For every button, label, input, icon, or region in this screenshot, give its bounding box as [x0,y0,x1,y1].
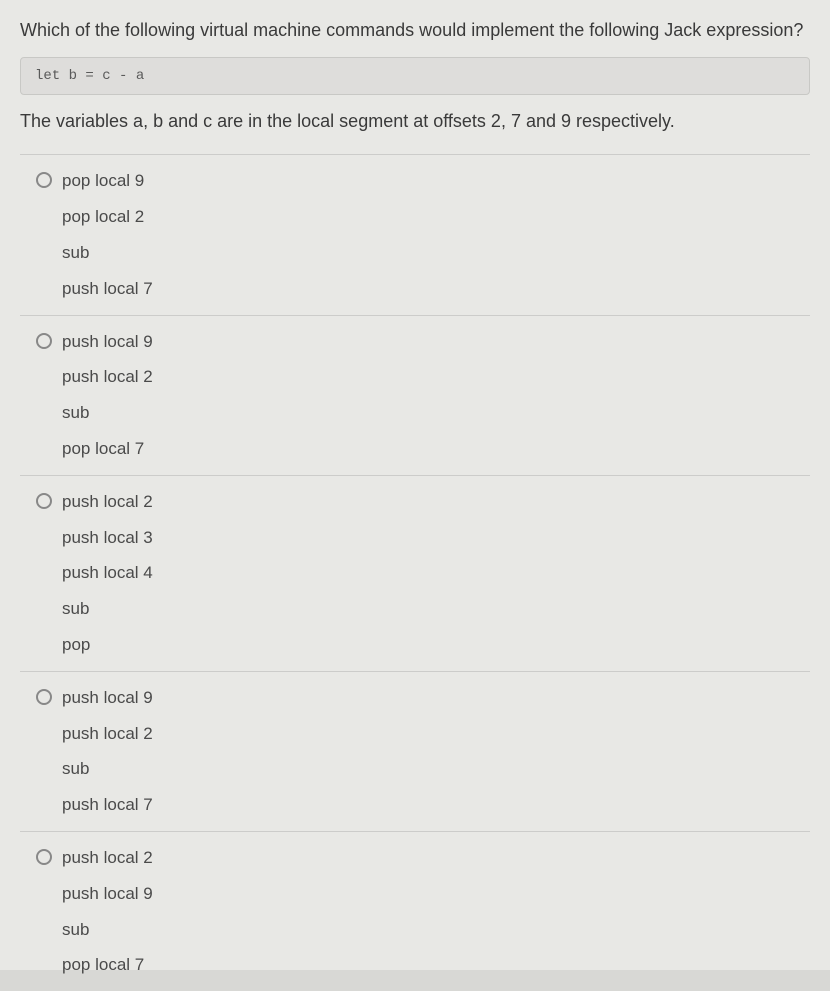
option-lines: pop local 9 pop local 2 sub push local 7 [62,169,153,300]
option-lines: push local 9 push local 2 sub push local… [62,686,153,817]
question-subtext: The variables a, b and c are in the loca… [20,109,810,134]
code-line: pop local 7 [62,947,153,977]
quiz-container: Which of the following virtual machine c… [0,0,830,970]
code-line: push local 7 [62,271,153,301]
option-lines: push local 2 push local 9 sub pop local … [62,846,153,977]
option-lines: push local 2 push local 3 push local 4 s… [62,490,153,657]
code-line: push local 7 [62,787,153,817]
code-line: pop local 9 [62,169,153,199]
option-lines: push local 9 push local 2 sub pop local … [62,330,153,461]
question-text: Which of the following virtual machine c… [20,18,810,43]
radio-icon[interactable] [36,333,52,349]
option-2[interactable]: push local 2 push local 3 push local 4 s… [20,476,810,672]
code-line: pop local 7 [62,431,153,461]
code-line: push local 2 [62,716,153,752]
code-line: sub [62,235,153,271]
radio-icon[interactable] [36,849,52,865]
option-1[interactable]: push local 9 push local 2 sub pop local … [20,316,810,476]
code-line: push local 3 [62,520,153,556]
code-line: push local 9 [62,330,153,360]
radio-icon[interactable] [36,493,52,509]
code-line: pop local 2 [62,199,153,235]
option-3[interactable]: push local 9 push local 2 sub push local… [20,672,810,832]
radio-icon[interactable] [36,172,52,188]
radio-icon[interactable] [36,689,52,705]
code-line: push local 9 [62,876,153,912]
code-line: pop [62,627,153,657]
option-4[interactable]: push local 2 push local 9 sub pop local … [20,832,810,991]
option-0[interactable]: pop local 9 pop local 2 sub push local 7 [20,155,810,315]
code-line: push local 2 [62,490,153,520]
code-line: sub [62,395,153,431]
code-block: let b = c - a [20,57,810,95]
code-line: push local 2 [62,359,153,395]
options-list: pop local 9 pop local 2 sub push local 7… [20,154,810,991]
code-line: sub [62,912,153,948]
code-line: sub [62,751,153,787]
code-line: push local 4 [62,555,153,591]
code-line: sub [62,591,153,627]
code-line: push local 2 [62,846,153,876]
code-line: push local 9 [62,686,153,716]
